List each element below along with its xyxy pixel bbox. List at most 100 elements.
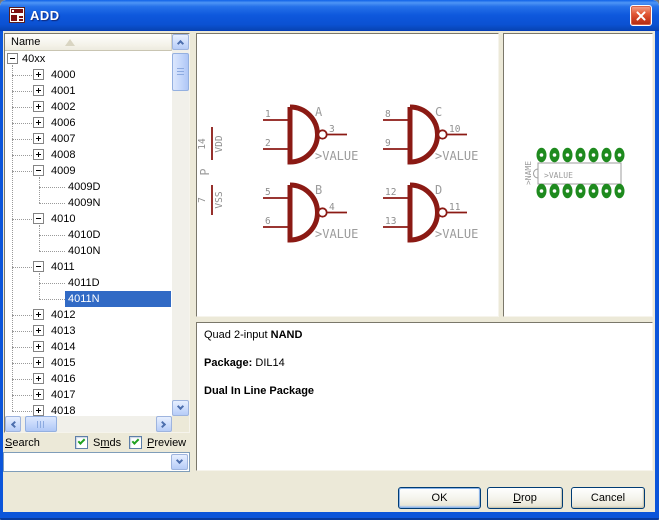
scroll-right-button[interactable] xyxy=(156,416,172,432)
tree-item-4017[interactable]: 4017 xyxy=(5,387,172,403)
tree-item-4011[interactable]: 4011 xyxy=(5,259,172,275)
tree-connector xyxy=(12,171,32,172)
expand-toggle-icon[interactable] xyxy=(33,101,44,112)
expand-toggle-icon[interactable] xyxy=(33,325,44,336)
tree-item-4012[interactable]: 4012 xyxy=(5,307,172,323)
tree-connector xyxy=(12,267,32,268)
expand-toggle-icon[interactable] xyxy=(33,357,44,368)
tree-item-4014[interactable]: 4014 xyxy=(5,339,172,355)
tree-connector xyxy=(12,155,32,156)
expand-toggle-icon[interactable] xyxy=(33,133,44,144)
svg-text:7: 7 xyxy=(197,197,208,203)
ok-button[interactable]: OK xyxy=(398,487,481,509)
svg-text:14: 14 xyxy=(197,138,208,150)
tree-item-4010D[interactable]: 4010D xyxy=(5,227,172,243)
expand-toggle-icon[interactable] xyxy=(33,149,44,160)
svg-text:>VALUE: >VALUE xyxy=(315,227,358,241)
chevron-up-icon xyxy=(177,40,184,47)
svg-text:P: P xyxy=(198,168,212,175)
tree-item-4002[interactable]: 4002 xyxy=(5,99,172,115)
search-combobox[interactable] xyxy=(3,452,190,472)
tree-connector xyxy=(12,379,32,380)
expand-toggle-icon[interactable] xyxy=(33,373,44,384)
app-icon xyxy=(9,7,25,23)
check-icon xyxy=(78,437,86,445)
expand-toggle-icon[interactable] xyxy=(33,389,44,400)
tree-connector xyxy=(39,251,65,252)
tree-item-4016[interactable]: 4016 xyxy=(5,371,172,387)
title-bar[interactable]: ADD xyxy=(0,0,659,31)
scroll-left-button[interactable] xyxy=(5,416,21,432)
tree-item-4009[interactable]: 4009 xyxy=(5,163,172,179)
svg-text:>NAME: >NAME xyxy=(524,161,533,185)
tree-connector xyxy=(12,65,13,411)
description-panel: Quad 2-input NAND Package: DIL14 Dual In… xyxy=(196,322,653,471)
tree-item-40xx[interactable]: 40xx xyxy=(5,51,172,67)
tree-item-4006[interactable]: 4006 xyxy=(5,115,172,131)
tree-item-label: 4009D xyxy=(65,179,103,195)
description-line-2: Package: DIL14 xyxy=(204,357,285,369)
expand-toggle-icon[interactable] xyxy=(33,69,44,80)
tree-vertical-scrollbar[interactable] xyxy=(172,34,189,416)
expand-toggle-icon[interactable] xyxy=(33,85,44,96)
tree-item-label: 4006 xyxy=(48,115,78,131)
tree-item-label: 4000 xyxy=(48,67,78,83)
preview-checkbox[interactable] xyxy=(129,436,142,449)
svg-text:2: 2 xyxy=(265,138,271,149)
tree-horizontal-scrollbar[interactable] xyxy=(5,416,172,432)
smds-checkbox[interactable] xyxy=(75,436,88,449)
tree-connector xyxy=(39,283,65,284)
tree-connector xyxy=(39,225,40,251)
tree-item-4001[interactable]: 4001 xyxy=(5,83,172,99)
name-column-label: Name xyxy=(11,36,40,48)
expand-toggle-icon[interactable] xyxy=(33,117,44,128)
tree-item-4009N[interactable]: 4009N xyxy=(5,195,172,211)
tree-connector xyxy=(12,363,32,364)
tree-item-4011D[interactable]: 4011D xyxy=(5,275,172,291)
collapse-toggle-icon[interactable] xyxy=(33,213,44,224)
chevron-left-icon xyxy=(11,421,18,428)
tree-item-4007[interactable]: 4007 xyxy=(5,131,172,147)
svg-text:>VALUE: >VALUE xyxy=(435,227,478,241)
drop-button[interactable]: Drop xyxy=(487,487,563,509)
expand-toggle-icon[interactable] xyxy=(33,341,44,352)
search-label: Search xyxy=(5,437,40,449)
combo-dropdown-button[interactable] xyxy=(171,454,188,470)
svg-text:1: 1 xyxy=(265,109,271,120)
vertical-scroll-thumb[interactable] xyxy=(172,53,189,91)
svg-text:VDD: VDD xyxy=(214,135,225,152)
description-line-3: Dual In Line Package xyxy=(204,385,314,397)
scroll-up-button[interactable] xyxy=(172,34,189,50)
cancel-button[interactable]: Cancel xyxy=(571,487,645,509)
tree-item-4010[interactable]: 4010 xyxy=(5,211,172,227)
tree-connector xyxy=(39,299,65,300)
tree-item-4013[interactable]: 4013 xyxy=(5,323,172,339)
horizontal-scroll-thumb[interactable] xyxy=(25,416,57,432)
tree-item-4010N[interactable]: 4010N xyxy=(5,243,172,259)
tree-item-label: 4009N xyxy=(65,195,103,211)
component-tree: 40xx40004001400240064007400840094009D400… xyxy=(5,51,172,416)
svg-text:13: 13 xyxy=(385,216,396,227)
svg-text:B: B xyxy=(315,183,322,197)
tree-item-4011N[interactable]: 4011N xyxy=(5,291,172,307)
collapse-toggle-icon[interactable] xyxy=(7,53,18,64)
collapse-toggle-icon[interactable] xyxy=(33,165,44,176)
expand-toggle-icon[interactable] xyxy=(33,405,44,416)
tree-item-label: 4001 xyxy=(48,83,78,99)
tree-connector xyxy=(39,177,40,203)
name-column-header[interactable]: Name xyxy=(5,34,172,51)
tree-item-label: 40xx xyxy=(19,51,48,67)
expand-toggle-icon[interactable] xyxy=(33,309,44,320)
tree-item-label: 4010D xyxy=(65,227,103,243)
svg-text:D: D xyxy=(435,183,442,197)
check-icon xyxy=(132,437,140,445)
tree-item-4009D[interactable]: 4009D xyxy=(5,179,172,195)
scroll-down-button[interactable] xyxy=(172,400,189,416)
tree-item-4000[interactable]: 4000 xyxy=(5,67,172,83)
tree-item-4018[interactable]: 4018 xyxy=(5,403,172,416)
tree-item-4015[interactable]: 4015 xyxy=(5,355,172,371)
tree-item-4008[interactable]: 4008 xyxy=(5,147,172,163)
collapse-toggle-icon[interactable] xyxy=(33,261,44,272)
tree-item-label: 4017 xyxy=(48,387,78,403)
close-button[interactable] xyxy=(630,5,652,26)
